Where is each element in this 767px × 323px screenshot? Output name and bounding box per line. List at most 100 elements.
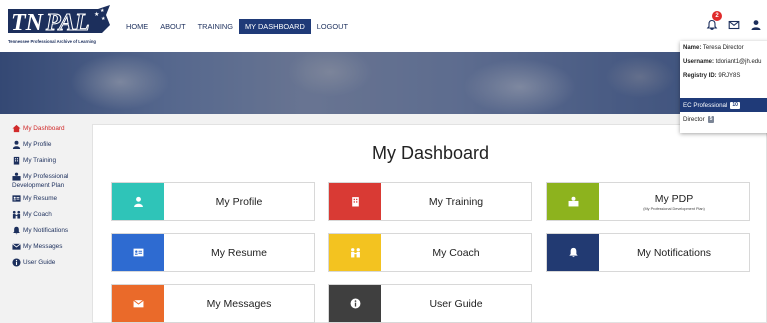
- svg-text:PAL: PAL: [45, 10, 90, 36]
- card-tile: [112, 234, 164, 271]
- sidebar-item-label: My Dashboard: [23, 125, 65, 132]
- svg-text:TN: TN: [11, 10, 45, 36]
- sidebar-item-label: My Coach: [23, 211, 52, 218]
- username-value: tdoriant1@jh.edu: [715, 59, 762, 65]
- card-user-guide[interactable]: User Guide: [328, 284, 532, 323]
- sidebar-item-label: My Training: [23, 157, 57, 164]
- bell-icon: [568, 247, 578, 258]
- card-sublabel: (My Professional Development Plan): [643, 206, 705, 211]
- nav-about[interactable]: ABOUT: [154, 19, 191, 34]
- card-label: My Profile: [215, 195, 263, 208]
- role-count-badge: 10: [730, 101, 740, 109]
- person-icon: [12, 140, 21, 149]
- card-my-pdp[interactable]: My PDP (My Professional Development Plan…: [546, 182, 750, 221]
- notification-badge: 2: [712, 11, 722, 21]
- coach-icon: [350, 248, 360, 258]
- sidebar-item-my-dashboard[interactable]: My Dashboard: [12, 124, 92, 133]
- bell-icon: [13, 226, 20, 235]
- info-icon: [12, 258, 21, 267]
- card-my-notifications[interactable]: My Notifications: [546, 233, 750, 272]
- card-label: My Messages: [206, 297, 272, 310]
- sidebar-item-user-guide[interactable]: User Guide: [12, 258, 92, 267]
- user-name: Teresa Director: [702, 45, 744, 51]
- tnpal-logo[interactable]: TN PAL ★ ★ ★ Tennessee Professional Arch…: [6, 3, 112, 47]
- card-my-training[interactable]: My Training: [328, 182, 532, 221]
- sidebar-item-label: My Notifications: [23, 227, 69, 234]
- info-icon: [350, 298, 360, 309]
- envelope-icon: [12, 243, 21, 250]
- sidebar-item-label: User Guide: [23, 259, 56, 266]
- sidebar-item-label: My Profile: [23, 141, 52, 148]
- registry-line: Registry ID: 9RJY8S: [683, 73, 767, 79]
- role-ec-professional[interactable]: EC Professional 10: [680, 98, 767, 112]
- resume-icon: [133, 248, 143, 257]
- training-icon: [351, 197, 359, 207]
- user-info: Name: Teresa Director Username: tdoriant…: [680, 41, 767, 98]
- header-icons: 2: [706, 11, 762, 30]
- role-label: EC Professional: [683, 101, 728, 109]
- coach-icon: [12, 210, 21, 219]
- sidebar-item-label-continued: Development Plan: [12, 182, 65, 189]
- card-tile: [329, 183, 381, 220]
- svg-text:★: ★: [100, 8, 105, 14]
- card-label: My Training: [428, 195, 484, 208]
- sidebar-item-label: My Messages: [23, 243, 63, 250]
- sidebar-item-my-messages[interactable]: My Messages: [12, 242, 92, 251]
- role-label: Director: [683, 115, 705, 123]
- card-tile: [329, 285, 381, 322]
- username-line: Username: tdoriant1@jh.edu: [683, 59, 767, 65]
- card-label: My Resume: [210, 246, 267, 259]
- sidebar-item-my-profile[interactable]: My Profile: [12, 140, 92, 149]
- card-my-messages[interactable]: My Messages: [111, 284, 315, 323]
- sidebar: My Dashboard My Profile My Training My P…: [12, 124, 92, 274]
- sidebar-item-label: My Resume: [23, 195, 58, 202]
- resume-icon: [12, 195, 21, 202]
- card-label: User Guide: [429, 297, 483, 310]
- card-label: My Coach: [432, 246, 480, 259]
- svg-text:★: ★: [94, 11, 99, 18]
- card-my-coach[interactable]: My Coach: [328, 233, 532, 272]
- dashboard-panel: My Dashboard My Profile My Training My P…: [92, 124, 767, 323]
- svg-text:★: ★: [101, 16, 106, 22]
- bell-icon[interactable]: 2: [706, 11, 722, 30]
- training-icon: [13, 156, 20, 165]
- card-my-resume[interactable]: My Resume: [111, 233, 315, 272]
- user-icon[interactable]: [750, 18, 762, 30]
- registry-label: Registry ID:: [683, 73, 717, 79]
- page-title: My Dashboard: [371, 143, 490, 163]
- sidebar-item-label: My Professional: [23, 173, 69, 180]
- card-my-profile[interactable]: My Profile: [111, 182, 315, 221]
- hero-banner-image: [0, 52, 767, 114]
- sidebar-item-my-training[interactable]: My Training: [12, 156, 92, 165]
- card-tile: [547, 234, 599, 271]
- sidebar-item-my-pdp[interactable]: My Professional Development Plan: [12, 172, 92, 190]
- nav-my-dashboard[interactable]: MY DASHBOARD: [238, 19, 311, 34]
- main-nav: HOME ABOUT TRAINING MY DASHBOARD LOGOUT: [120, 19, 354, 34]
- logo-tagline: Tennessee Professional Archive of Learni…: [8, 39, 96, 44]
- pdp-icon: [568, 196, 578, 207]
- card-tile: [329, 234, 381, 271]
- user-name-line: Name: Teresa Director: [683, 45, 767, 51]
- person-icon: [133, 196, 143, 207]
- sidebar-item-my-notifications[interactable]: My Notifications: [12, 226, 92, 235]
- card-label: My PDP: [654, 192, 694, 205]
- pdp-icon: [12, 172, 21, 181]
- dashboard-icon: [12, 124, 21, 133]
- envelope-icon: [132, 299, 144, 308]
- card-tile: [112, 183, 164, 220]
- username-label: Username:: [683, 59, 715, 65]
- mail-icon[interactable]: [728, 18, 740, 30]
- user-menu-dropdown: Name: Teresa Director Username: tdoriant…: [680, 41, 767, 133]
- sidebar-item-my-resume[interactable]: My Resume: [12, 194, 92, 203]
- role-director[interactable]: Director 5: [680, 112, 767, 126]
- card-tile: [112, 285, 164, 322]
- nav-home[interactable]: HOME: [120, 19, 154, 34]
- nav-logout[interactable]: LOGOUT: [311, 19, 354, 34]
- card-label: My Notifications: [636, 246, 712, 259]
- role-count-badge: 5: [707, 115, 715, 123]
- card-tile: [547, 183, 599, 220]
- name-label: Name:: [683, 45, 702, 51]
- top-navigation-bar: TN PAL ★ ★ ★ Tennessee Professional Arch…: [0, 0, 767, 52]
- nav-training[interactable]: TRAINING: [192, 19, 239, 34]
- sidebar-item-my-coach[interactable]: My Coach: [12, 210, 92, 219]
